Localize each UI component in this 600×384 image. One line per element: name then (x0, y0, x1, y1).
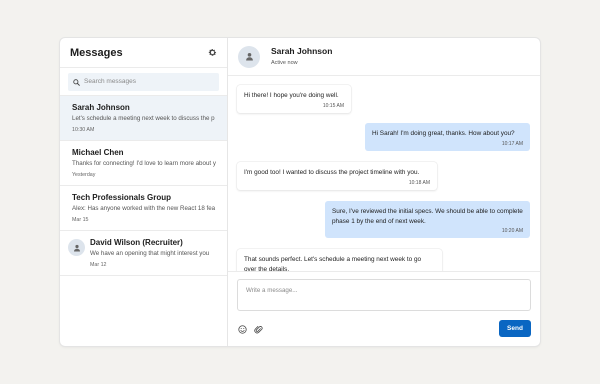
sidebar-header: Messages (60, 38, 227, 68)
message-thread[interactable]: Hi there! I hope you're doing well. 10:1… (228, 76, 540, 271)
conversation-preview: Alex: Has anyone worked with the new Rea… (72, 205, 216, 212)
conversation-preview: We have an opening that might interest y… (90, 250, 210, 257)
message-bubble-incoming: I'm good too! I wanted to discuss the pr… (237, 162, 437, 190)
message-bubble-incoming: That sounds perfect. Let's schedule a me… (237, 249, 442, 271)
contact-name[interactable]: Sarah Johnson (271, 46, 332, 57)
user-avatar-icon[interactable] (238, 45, 260, 68)
conversation-preview: Thanks for connecting! I'd love to learn… (72, 160, 216, 167)
sidebar-title: Messages (70, 46, 123, 59)
chat-pane: Sarah Johnson Active now Hi there! I hop… (228, 38, 540, 346)
search-bar (60, 68, 227, 96)
conversation-item-michael-chen[interactable]: Michael Chen Thanks for connecting! I'd … (60, 141, 227, 186)
conversation-time: 10:30 AM (72, 127, 95, 133)
conversation-item-tech-professionals-group[interactable]: Tech Professionals Group Alex: Has anyon… (60, 186, 227, 231)
conversation-name: Michael Chen (72, 148, 124, 157)
send-button[interactable]: Send (499, 320, 531, 337)
message-bubble-outgoing: Sure, I've reviewed the initial specs. W… (325, 201, 530, 238)
contact-status: Active now (271, 59, 298, 66)
compose-box[interactable] (237, 279, 531, 311)
conversation-item-sarah-johnson[interactable]: Sarah Johnson Let's schedule a meeting n… (60, 96, 227, 141)
conversation-time: Mar 12 (90, 262, 107, 268)
conversation-item-david-wilson[interactable]: David Wilson (Recruiter) We have an open… (60, 231, 227, 276)
message-bubble-incoming: Hi there! I hope you're doing well. 10:1… (237, 85, 351, 113)
message-time: 10:18 AM (408, 179, 430, 186)
chat-header: Sarah Johnson Active now (228, 38, 540, 76)
search-box[interactable] (68, 72, 219, 91)
conversation-time: Yesterday (72, 172, 96, 178)
message-time: 10:20 AM (501, 228, 523, 234)
message-text: Sure, I've reviewed the initial specs. W… (332, 208, 523, 225)
conversation-sidebar: Messages Sarah Johnson Let's schedule a … (60, 38, 228, 346)
message-composer: Send (228, 271, 540, 346)
gear-icon[interactable] (207, 48, 217, 58)
conversation-name: Sarah Johnson (72, 103, 130, 112)
message-text: That sounds perfect. Let's schedule a me… (244, 256, 422, 271)
conversation-preview: Let's schedule a meeting next week to di… (72, 115, 215, 122)
messaging-window: Messages Sarah Johnson Let's schedule a … (60, 38, 540, 346)
conversation-name: David Wilson (Recruiter) (90, 238, 183, 247)
search-input[interactable] (84, 78, 214, 85)
message-text: Hi Sarah! I'm doing great, thanks. How a… (372, 130, 515, 137)
message-text: I'm good too! I wanted to discuss the pr… (244, 169, 420, 176)
conversation-name: Tech Professionals Group (72, 193, 171, 202)
conversation-time: Mar 15 (72, 217, 89, 223)
paperclip-icon[interactable] (253, 324, 263, 334)
message-bubble-outgoing: Hi Sarah! I'm doing great, thanks. How a… (365, 123, 530, 151)
message-input[interactable] (246, 287, 522, 303)
message-text: Hi there! I hope you're doing well. (244, 92, 339, 99)
message-time: 10:17 AM (501, 140, 523, 147)
user-avatar-icon (68, 239, 85, 256)
message-time: 10:15 AM (322, 102, 344, 109)
search-icon (73, 73, 80, 91)
emoji-icon[interactable] (237, 324, 247, 334)
